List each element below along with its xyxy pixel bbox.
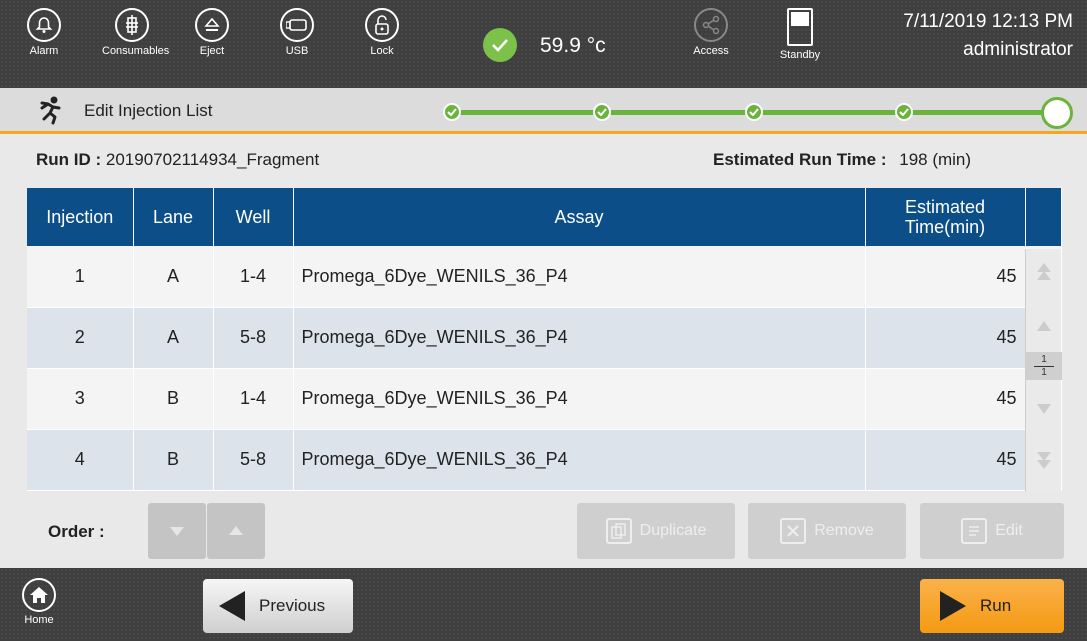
datetime-user-block: 7/11/2019 12:13 PM administrator — [903, 8, 1073, 64]
cell-well: 1-4 — [213, 246, 294, 308]
cell-assay: Promega_6Dye_WENILS_36_P4 — [293, 246, 866, 308]
run-id: Run ID : 20190702114934_Fragment — [36, 150, 319, 170]
cell-well: 5-8 — [213, 429, 294, 491]
access-button[interactable]: Access — [681, 8, 741, 57]
cell-lane: B — [133, 368, 214, 430]
cell-injection: 1 — [27, 246, 134, 308]
edit-button[interactable]: Edit — [920, 503, 1064, 559]
running-person-icon — [40, 96, 61, 125]
cell-lane: B — [133, 429, 214, 491]
step-5-current-icon — [1041, 97, 1073, 129]
scroll-up-button[interactable] — [1026, 319, 1062, 338]
previous-button[interactable]: Previous — [203, 579, 353, 633]
user-name: administrator — [963, 39, 1073, 60]
usb-icon — [280, 8, 314, 42]
chevron-down-icon — [1037, 404, 1051, 414]
edit-icon — [961, 518, 988, 544]
table-header-row: Injection Lane Well Assay Estimated Time… — [27, 188, 1062, 246]
share-icon — [694, 8, 728, 42]
scroll-down-button[interactable] — [1026, 402, 1062, 421]
consumables-icon — [115, 8, 149, 42]
run-id-label: Run ID : — [36, 150, 102, 169]
double-chevron-down-icon — [1037, 452, 1051, 469]
usb-button[interactable]: USB — [267, 8, 327, 57]
col-header-lane: Lane — [133, 188, 214, 246]
cell-lane: A — [133, 246, 214, 308]
table-row[interactable]: 1 A 1-4 Promega_6Dye_WENILS_36_P4 45 — [27, 246, 1062, 308]
cell-lane: A — [133, 307, 214, 369]
duplicate-icon — [605, 518, 632, 544]
scroll-top-button[interactable] — [1026, 261, 1062, 288]
run-id-value: 20190702114934_Fragment — [105, 150, 320, 169]
cell-injection: 3 — [27, 368, 134, 430]
cell-time: 45 — [865, 307, 1026, 369]
table-row[interactable]: 3 B 1-4 Promega_6Dye_WENILS_36_P4 45 — [27, 368, 1062, 430]
cell-assay: Promega_6Dye_WENILS_36_P4 — [293, 307, 866, 369]
table-row[interactable]: 2 A 5-8 Promega_6Dye_WENILS_36_P4 45 — [27, 307, 1062, 369]
workflow-stepper — [443, 97, 1073, 129]
duplicate-button[interactable]: Duplicate — [577, 503, 735, 559]
play-icon — [940, 591, 966, 621]
run-button[interactable]: Run — [920, 579, 1064, 633]
cell-well: 5-8 — [213, 307, 294, 369]
col-header-scroll — [1025, 188, 1062, 246]
remove-icon — [780, 518, 807, 544]
home-icon — [22, 578, 56, 612]
top-toolbar: Alarm Consumables Eject USB Lock 59.9 °c… — [0, 0, 1087, 88]
cell-well: 1-4 — [213, 368, 294, 430]
page-indicator: 1 1 — [1026, 352, 1062, 380]
chevron-down-icon — [170, 527, 184, 536]
datetime-text: 7/11/2019 12:13 PM — [903, 11, 1073, 32]
move-up-button[interactable] — [207, 503, 265, 559]
cell-injection: 4 — [27, 429, 134, 491]
cell-injection: 2 — [27, 307, 134, 369]
home-button[interactable]: Home — [22, 578, 56, 626]
step-1-complete-icon — [443, 103, 461, 121]
bell-icon — [27, 8, 61, 42]
scroll-bottom-button[interactable] — [1026, 449, 1062, 476]
col-header-well: Well — [213, 188, 294, 246]
standby-icon — [787, 8, 813, 46]
double-chevron-up-icon — [1037, 263, 1051, 280]
cell-time: 45 — [865, 246, 1026, 308]
cell-time: 45 — [865, 429, 1026, 491]
step-4-complete-icon — [895, 103, 913, 121]
cell-assay: Promega_6Dye_WENILS_36_P4 — [293, 429, 866, 491]
col-header-assay: Assay — [293, 188, 866, 246]
lock-icon — [365, 8, 399, 42]
temperature-ok-icon — [483, 28, 517, 62]
step-2-complete-icon — [593, 103, 611, 121]
est-run-time-label: Estimated Run Time : — [713, 150, 887, 169]
cell-time: 45 — [865, 368, 1026, 430]
step-3-complete-icon — [745, 103, 763, 121]
page-title: Edit Injection List — [84, 101, 213, 120]
est-run-time-value: 198 (min) — [899, 150, 972, 169]
lock-button[interactable]: Lock — [352, 8, 412, 57]
standby-button[interactable]: Standby — [770, 8, 830, 61]
arrow-left-icon — [219, 591, 245, 621]
chevron-up-icon — [1037, 321, 1051, 331]
temperature-readout: 59.9 °c — [540, 34, 606, 57]
estimated-run-time: Estimated Run Time : 198 (min) — [713, 150, 971, 170]
col-header-estimated-time: Estimated Time(min) — [865, 188, 1026, 246]
consumables-button[interactable]: Consumables — [102, 8, 169, 57]
col-header-injection: Injection — [27, 188, 134, 246]
remove-button[interactable]: Remove — [748, 503, 906, 559]
order-label: Order : — [48, 522, 105, 541]
cell-assay: Promega_6Dye_WENILS_36_P4 — [293, 368, 866, 430]
table-scrollbar: 1 1 — [1025, 249, 1062, 492]
table-row[interactable]: 4 B 5-8 Promega_6Dye_WENILS_36_P4 45 — [27, 429, 1062, 491]
eject-button[interactable]: Eject — [182, 8, 242, 57]
alarm-button[interactable]: Alarm — [14, 8, 74, 57]
injection-table: Injection Lane Well Assay Estimated Time… — [27, 188, 1062, 491]
eject-icon — [195, 8, 229, 42]
chevron-up-icon — [229, 526, 243, 535]
move-down-button[interactable] — [148, 503, 206, 559]
